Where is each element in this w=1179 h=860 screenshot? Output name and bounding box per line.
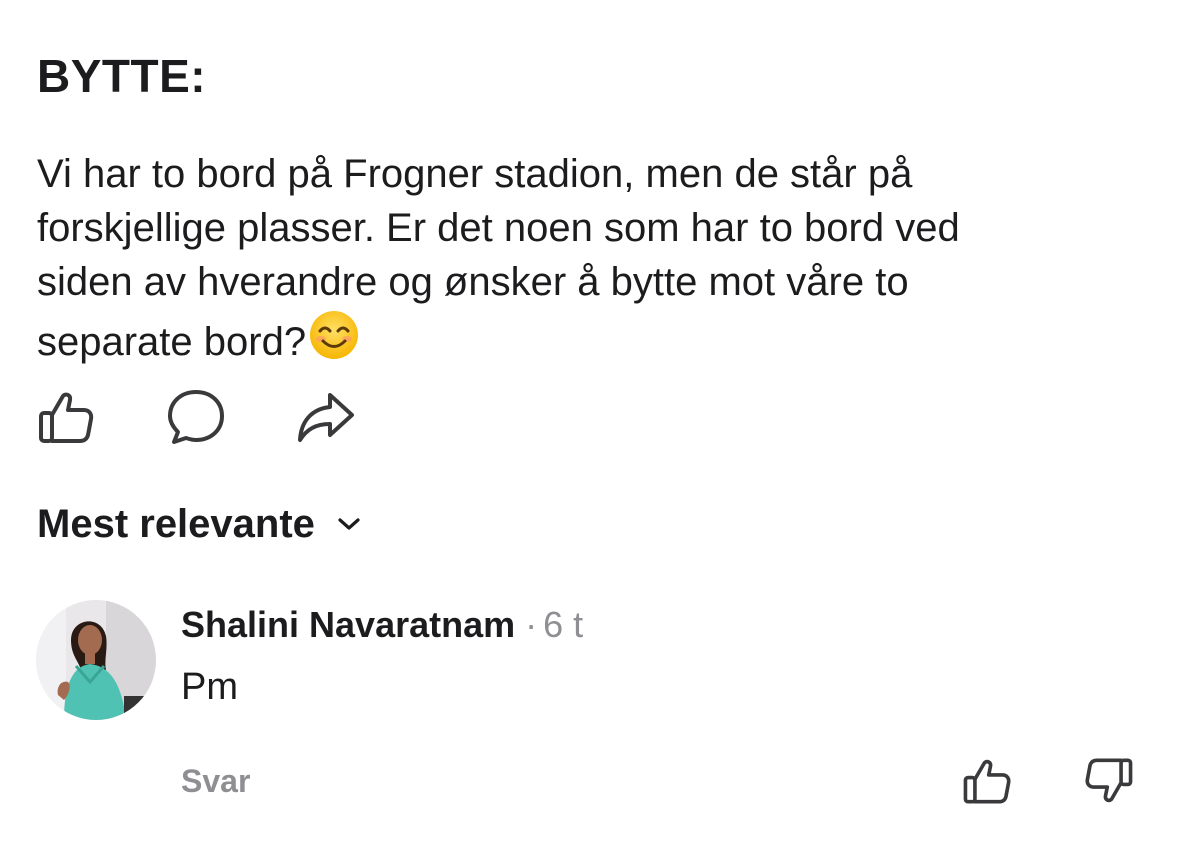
avatar[interactable] [36,600,156,720]
comment-downvote-button[interactable] [1080,752,1138,810]
comment-separator: · [525,604,538,645]
sort-label: Mest relevante [37,502,315,546]
post-body: Vi har to bord på Frogner stadion, men d… [37,147,1147,375]
thumbs-down-icon [1085,758,1133,803]
comment-upvote-button[interactable] [958,752,1016,810]
share-button[interactable] [295,386,357,448]
comment-button[interactable] [165,386,227,448]
comment-text: Pm [181,666,238,708]
comment-timestamp: 6 t [543,604,584,645]
post-actions [35,386,425,448]
comment-bubble-icon [168,390,224,444]
comment-author[interactable]: Shalini Navaratnam [181,604,515,645]
chevron-down-icon [337,516,361,532]
comment-sort-dropdown[interactable]: Mest relevante [37,498,361,550]
smiling-face-emoji [308,309,360,375]
post-body-text: Vi har to bord på Frogner stadion, men d… [37,152,960,364]
share-arrow-icon [298,393,354,442]
thumbs-up-icon [963,759,1011,804]
comment-header: Shalini Navaratnam · 6 t [181,602,583,648]
like-button[interactable] [35,386,97,448]
thumbs-up-icon [39,392,94,443]
post-title: BYTTE: [37,50,207,102]
reply-button[interactable]: Svar [181,760,250,802]
